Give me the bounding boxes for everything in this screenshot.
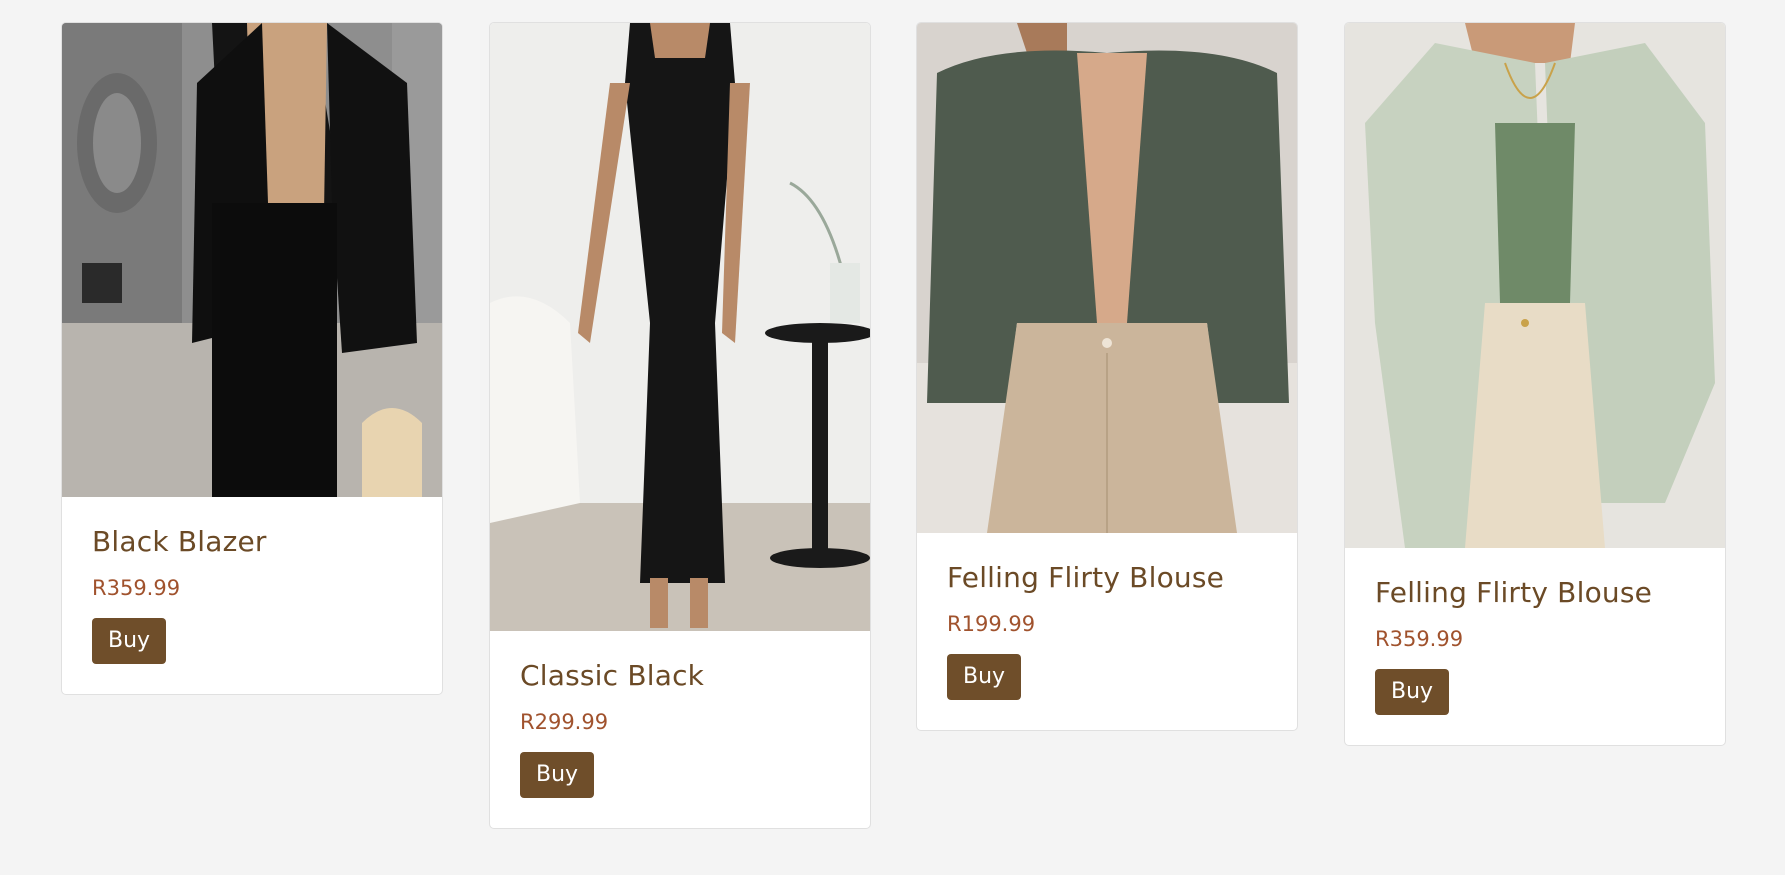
buy-button[interactable]: Buy	[92, 618, 167, 664]
product-title: Classic Black	[520, 659, 705, 692]
buy-button[interactable]: Buy	[1375, 669, 1450, 715]
product-card: Classic Black R299.99 Buy	[489, 22, 871, 829]
product-price: R359.99	[92, 576, 181, 600]
buy-button[interactable]: Buy	[947, 654, 1022, 700]
buy-button[interactable]: Buy	[520, 752, 595, 798]
product-price: R199.99	[947, 612, 1036, 636]
product-card: Felling Flirty Blouse R199.99 Buy	[916, 22, 1298, 731]
product-card: Felling Flirty Blouse R359.99 Buy	[1344, 22, 1726, 746]
green-blouse-photo	[917, 23, 1297, 533]
black-blazer-photo	[62, 23, 442, 497]
product-image-black-blazer[interactable]	[62, 23, 442, 497]
product-title: Felling Flirty Blouse	[947, 561, 1225, 594]
product-image-classic-black[interactable]	[490, 23, 870, 631]
product-title: Black Blazer	[92, 525, 267, 558]
product-price: R359.99	[1375, 627, 1464, 651]
product-title: Felling Flirty Blouse	[1375, 576, 1653, 609]
product-price: R299.99	[520, 710, 609, 734]
product-card: Black Blazer R359.99 Buy	[61, 22, 443, 695]
sage-cardigan-photo	[1345, 23, 1725, 548]
classic-black-photo	[490, 23, 870, 631]
product-image-felling-flirty-blouse[interactable]	[917, 23, 1297, 533]
product-grid: Black Blazer R359.99 Buy Classic Black R…	[0, 0, 1785, 875]
product-image-felling-flirty-blouse[interactable]	[1345, 23, 1725, 548]
